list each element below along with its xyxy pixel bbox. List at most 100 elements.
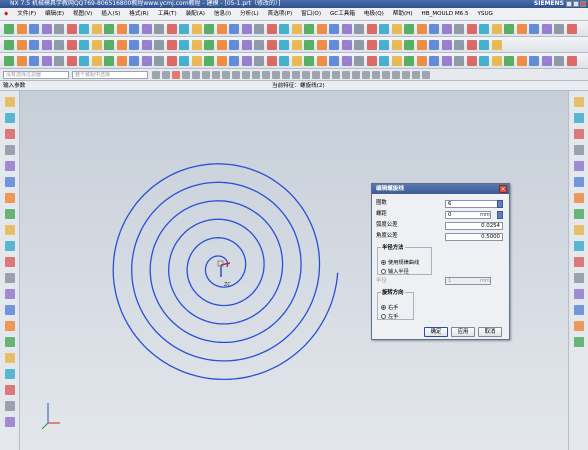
toolbar-tool-icon[interactable] <box>379 24 389 34</box>
toolbar-tool-icon[interactable] <box>304 56 314 66</box>
toolbar-tool-icon[interactable] <box>116 24 127 34</box>
toolbar-tool-icon[interactable] <box>391 24 402 34</box>
sketch-tool-icon[interactable] <box>5 417 15 427</box>
toolbar-tool-icon[interactable] <box>191 24 202 34</box>
toolbar-tool-icon[interactable] <box>179 24 189 34</box>
resource-tab-icon[interactable] <box>574 225 584 235</box>
toolbar-tool-icon[interactable] <box>491 56 502 66</box>
toolbar-tool-icon[interactable] <box>529 24 539 34</box>
toolbar-tool-icon[interactable] <box>454 56 464 66</box>
toolbar-tool-icon[interactable] <box>441 24 452 34</box>
toolbar-tool-icon[interactable] <box>266 40 277 50</box>
sketch-tool-icon[interactable] <box>5 289 15 299</box>
snap-tool-icon[interactable] <box>182 71 190 79</box>
resource-tab-icon[interactable] <box>574 321 584 331</box>
snap-tool-icon[interactable] <box>222 71 230 79</box>
snap-tool-icon[interactable] <box>212 71 220 79</box>
resource-tab-icon[interactable] <box>574 289 584 299</box>
snap-tool-icon[interactable] <box>172 71 180 79</box>
toolbar-tool-icon[interactable] <box>366 24 377 34</box>
toolbar-tool-icon[interactable] <box>79 56 89 66</box>
toolbar-tool-icon[interactable] <box>341 40 352 50</box>
toolbar-tool-icon[interactable] <box>241 56 252 66</box>
toolbar-tool-icon[interactable] <box>179 56 189 66</box>
toolbar-tool-icon[interactable] <box>254 40 264 50</box>
toolbar-tool-icon[interactable] <box>29 24 39 34</box>
menu-file[interactable]: 文件(F) <box>17 8 36 21</box>
toolbar-tool-icon[interactable] <box>141 24 152 34</box>
toolbar-tool-icon[interactable] <box>366 40 377 50</box>
resource-tab-icon[interactable] <box>574 129 584 139</box>
toolbar-tool-icon[interactable] <box>279 40 289 50</box>
toolbar-tool-icon[interactable] <box>379 56 389 66</box>
snap-tool-icon[interactable] <box>302 71 310 79</box>
toolbar-tool-icon[interactable] <box>29 56 39 66</box>
toolbar-tool-icon[interactable] <box>241 24 252 34</box>
toolbar-tool-icon[interactable] <box>316 24 327 34</box>
close-icon[interactable] <box>580 1 586 7</box>
toolbar-tool-icon[interactable] <box>391 40 402 50</box>
sketch-tool-icon[interactable] <box>5 209 15 219</box>
toolbar-tool-icon[interactable] <box>204 24 214 34</box>
toolbar-tool-icon[interactable] <box>166 56 177 66</box>
toolbar-tool-icon[interactable] <box>79 40 89 50</box>
toolbar-tool-icon[interactable] <box>466 56 477 66</box>
toolbar-tool-icon[interactable] <box>454 24 464 34</box>
maximize-icon[interactable] <box>573 1 579 7</box>
toolbar-tool-icon[interactable] <box>279 56 289 66</box>
toolbar-tool-icon[interactable] <box>304 40 314 50</box>
toolbar-tool-icon[interactable] <box>54 40 64 50</box>
snap-tool-icon[interactable] <box>272 71 280 79</box>
snap-tool-icon[interactable] <box>322 71 330 79</box>
sketch-tool-icon[interactable] <box>5 273 15 283</box>
snap-tool-icon[interactable] <box>292 71 300 79</box>
toolbar-tool-icon[interactable] <box>41 40 52 50</box>
toolbar-tool-icon[interactable] <box>254 24 264 34</box>
toolbar-tool-icon[interactable] <box>104 40 114 50</box>
resource-tab-icon[interactable] <box>574 257 584 267</box>
sketch-tool-icon[interactable] <box>5 369 15 379</box>
toolbar-tool-icon[interactable] <box>216 24 227 34</box>
sketch-tool-icon[interactable] <box>5 113 15 123</box>
sketch-tool-icon[interactable] <box>5 257 15 267</box>
snap-tool-icon[interactable] <box>332 71 340 79</box>
toolbar-tool-icon[interactable] <box>54 56 64 66</box>
sketch-tool-icon[interactable] <box>5 305 15 315</box>
snap-tool-icon[interactable] <box>282 71 290 79</box>
toolbar-tool-icon[interactable] <box>354 56 364 66</box>
minimize-icon[interactable] <box>566 1 572 7</box>
snap-tool-icon[interactable] <box>392 71 400 79</box>
apply-button[interactable]: 应用 <box>451 327 475 337</box>
toolbar-tool-icon[interactable] <box>4 40 14 50</box>
toolbar-tool-icon[interactable] <box>291 24 302 34</box>
toolbar-tool-icon[interactable] <box>366 56 377 66</box>
resource-tab-icon[interactable] <box>574 209 584 219</box>
toolbar-tool-icon[interactable] <box>329 40 339 50</box>
toolbar-tool-icon[interactable] <box>441 40 452 50</box>
toolbar-tool-icon[interactable] <box>354 40 364 50</box>
sketch-tool-icon[interactable] <box>5 337 15 347</box>
menu-gc-toolkit[interactable]: GC工具箱 <box>330 8 355 21</box>
menu-tools[interactable]: 工具(T) <box>158 8 177 21</box>
toolbar-tool-icon[interactable] <box>204 40 214 50</box>
menu-electrode[interactable]: 电极(Q) <box>364 8 384 21</box>
toolbar-tool-icon[interactable] <box>379 40 389 50</box>
toolbar-tool-icon[interactable] <box>329 56 339 66</box>
snap-tool-icon[interactable] <box>352 71 360 79</box>
sketch-tool-icon[interactable] <box>5 401 15 411</box>
resource-tab-icon[interactable] <box>574 113 584 123</box>
radius-law-radio[interactable]: 使用规律曲线 <box>381 260 419 267</box>
radius-input-radio[interactable]: 输入半径 <box>381 269 409 276</box>
toolbar-tool-icon[interactable] <box>116 40 127 50</box>
right-hand-radio[interactable]: 右手 <box>381 305 398 312</box>
toolbar-tool-icon[interactable] <box>66 40 77 50</box>
toolbar-tool-icon[interactable] <box>404 24 414 34</box>
toolbar-tool-icon[interactable] <box>429 56 439 66</box>
resource-tab-icon[interactable] <box>574 193 584 203</box>
toolbar-tool-icon[interactable] <box>266 24 277 34</box>
toolbar-tool-icon[interactable] <box>504 56 514 66</box>
toolbar-tool-icon[interactable] <box>291 56 302 66</box>
snap-tool-icon[interactable] <box>202 71 210 79</box>
toolbar-tool-icon[interactable] <box>479 24 489 34</box>
toolbar-tool-icon[interactable] <box>516 56 527 66</box>
